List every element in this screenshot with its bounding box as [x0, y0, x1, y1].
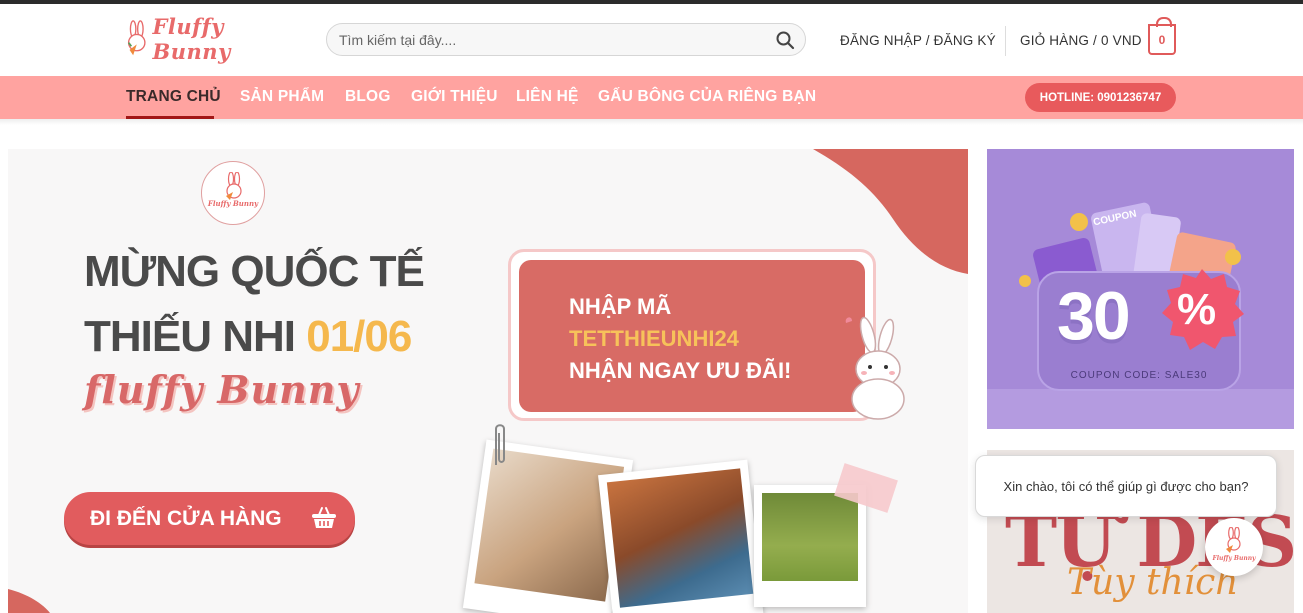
cart-count: 0	[1158, 32, 1166, 47]
cart-bag-icon[interactable]: 0	[1148, 17, 1176, 55]
cart-link[interactable]: GIỎ HÀNG / 0 VND	[1020, 33, 1142, 48]
search-icon[interactable]	[775, 30, 795, 50]
coupon-discount: 30	[1057, 278, 1131, 354]
banner-headline-2-text: THIẾU NHI	[84, 312, 307, 361]
site-header: Fluffy Bunny ĐĂNG NHẬP / ĐĂNG KÝ GIỎ HÀN…	[0, 4, 1303, 76]
header-divider	[1005, 26, 1006, 56]
photo-2	[598, 459, 764, 613]
banner-date: 01/06	[306, 312, 412, 361]
bunny-badge-icon	[226, 172, 242, 200]
bunny-chat-icon	[1226, 527, 1241, 553]
nav-item-home[interactable]: TRANG CHỦ	[126, 88, 221, 106]
logo-text: Fluffy Bunny	[152, 14, 231, 64]
promo-line-3: NHẬN NGAY ƯU ĐÃI!	[569, 358, 792, 383]
nav-item-products[interactable]: SẢN PHẨM	[240, 88, 324, 106]
promo-line-1: NHẬP MÃ	[569, 294, 672, 319]
nav-item-about[interactable]: GIỚI THIỆU	[411, 88, 498, 106]
banner-script-brand: fluffy Bunny	[84, 367, 360, 412]
banner-headline-2: THIẾU NHI 01/06	[84, 312, 412, 362]
nav-shadow	[0, 119, 1303, 125]
banner-badge: Fluffy Bunny	[201, 161, 265, 225]
promo-code: TETTHIEUNHI24	[569, 326, 739, 351]
chat-greeting-bubble[interactable]: Xin chào, tôi có thể giúp gì được cho bạ…	[975, 455, 1277, 517]
chat-greeting-text: Xin chào, tôi có thể giúp gì được cho bạ…	[1003, 478, 1249, 494]
login-register-link[interactable]: ĐĂNG NHẬP / ĐĂNG KÝ	[840, 33, 996, 48]
hotline-button[interactable]: HOTLINE: 0901236747	[1025, 83, 1176, 112]
main-nav: TRANG CHỦ SẢN PHẨM BLOG GIỚI THIỆU LIÊN …	[0, 76, 1303, 119]
nav-item-contact[interactable]: LIÊN HỆ	[516, 88, 579, 106]
paperclip-icon	[495, 424, 505, 465]
design-subtitle: Tùy thích	[1067, 562, 1239, 603]
coupon-banner[interactable]: COUPON 30 % COUPON CODE: SALE30	[987, 149, 1294, 429]
coupon-percent: %	[1177, 285, 1217, 334]
go-to-shop-button[interactable]: ĐI ĐẾN CỬA HÀNG	[64, 492, 355, 545]
chat-avatar-text: Fluffy Bunny	[1212, 554, 1256, 562]
site-logo[interactable]: Fluffy Bunny	[125, 14, 295, 64]
search-input[interactable]	[339, 30, 769, 50]
promo-box: NHẬP MÃ TETTHIEUNHI24 NHẬN NGAY ƯU ĐÃI!	[519, 260, 865, 412]
bunny-mascot-icon	[845, 316, 905, 420]
search-box	[326, 23, 806, 56]
banner-headline-1: MỪNG QUỐC TẾ	[84, 247, 425, 296]
banner-badge-text: Fluffy Bunny	[207, 199, 259, 208]
promo-card: NHẬP MÃ TETTHIEUNHI24 NHẬN NGAY ƯU ĐÃI!	[508, 249, 876, 421]
photo-3	[754, 485, 866, 607]
bunny-logo-icon	[127, 20, 146, 56]
nav-item-blog[interactable]: BLOG	[345, 88, 391, 106]
chat-avatar-button[interactable]: Fluffy Bunny	[1205, 518, 1263, 576]
basket-icon	[312, 507, 336, 528]
nav-item-custom-bear[interactable]: GẤU BÔNG CỦA RIÊNG BẠN	[598, 88, 816, 106]
hero-banner[interactable]: Fluffy Bunny MỪNG QUỐC TẾ THIẾU NHI 01/0…	[8, 149, 968, 613]
go-to-shop-label: ĐI ĐẾN CỬA HÀNG	[90, 506, 282, 530]
coupon-code: COUPON CODE: SALE30	[1070, 370, 1208, 381]
